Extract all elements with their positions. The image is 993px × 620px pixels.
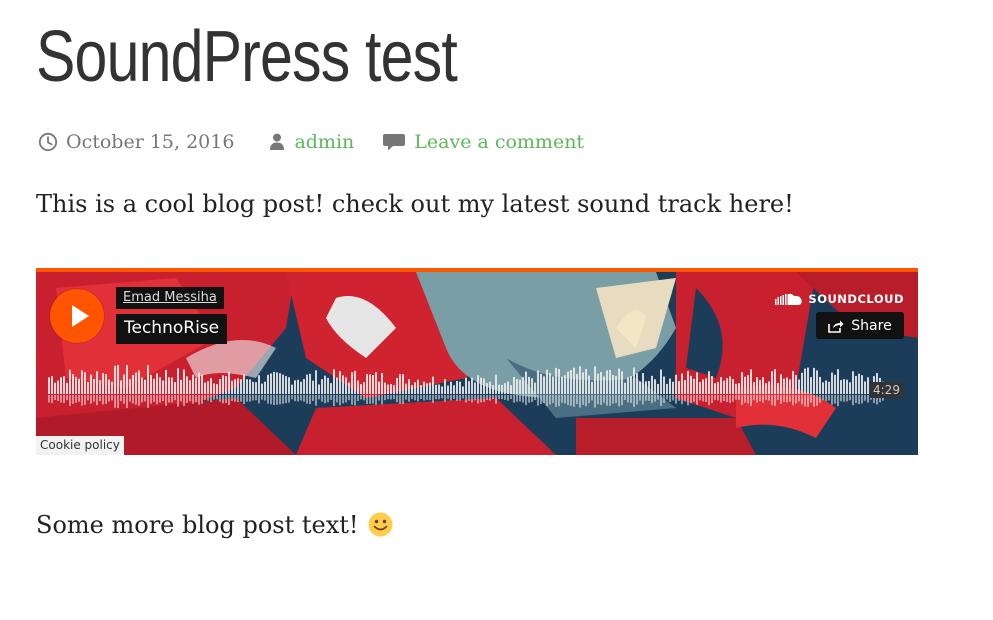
soundcloud-brand: SOUNDCLOUD [808,292,904,306]
soundcloud-cloud-icon [775,293,803,305]
track-title[interactable]: TechnoRise [116,314,228,344]
post-meta: October 15, 2016 admin Leave a comment [38,128,584,156]
share-label: Share [851,317,892,334]
smile-emoji-icon [368,512,393,537]
post-author: admin [268,131,354,153]
soundcloud-logo[interactable]: SOUNDCLOUD [775,292,904,306]
post-comments: Leave a comment [382,131,584,153]
leave-comment-link[interactable]: Leave a comment [414,131,584,153]
waveform[interactable] [48,364,886,408]
player-accent-bar [36,268,918,272]
artist-link[interactable]: Emad Messiha [116,287,224,309]
post-paragraph: This is a cool blog post! check out my l… [36,190,794,218]
post-paragraph-2-text: Some more blog post text! [36,511,359,539]
clock-icon [38,132,58,152]
play-button[interactable] [50,289,104,343]
author-link[interactable]: admin [294,131,354,153]
cookie-policy-link[interactable]: Cookie policy [36,436,124,455]
soundcloud-player: Emad Messiha TechnoRise SOUNDCLOUD Share… [36,268,918,455]
share-button[interactable]: Share [816,312,904,339]
user-icon [270,133,285,150]
post-paragraph-2: Some more blog post text! [36,511,393,539]
post-date-text: October 15, 2016 [66,131,235,153]
track-duration: 4:29 [870,382,903,398]
post-title: SoundPress test [36,17,458,97]
share-icon [828,320,844,333]
comment-icon [383,134,406,151]
post-date[interactable]: October 15, 2016 [38,131,234,153]
